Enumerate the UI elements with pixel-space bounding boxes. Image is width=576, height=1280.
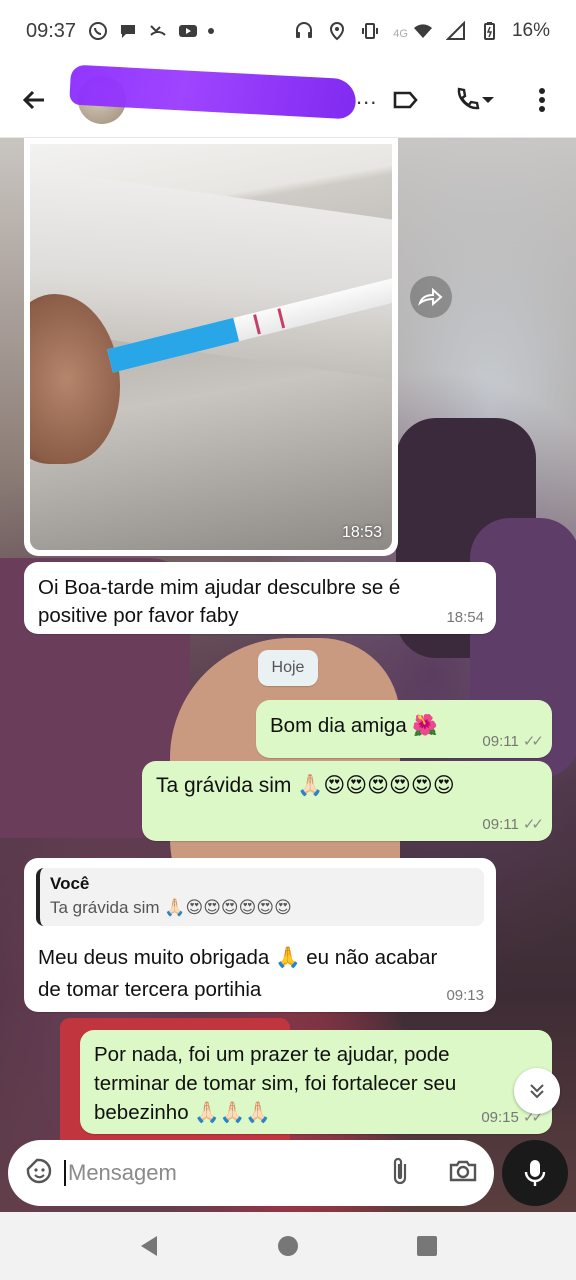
message-time: 09:15	[481, 1108, 519, 1126]
strip-line-test	[277, 308, 286, 329]
sticker-button[interactable]	[24, 1156, 54, 1191]
dropdown-icon	[482, 96, 494, 103]
forward-button[interactable]	[410, 276, 452, 318]
missed-call-icon	[150, 25, 166, 36]
more-options-button[interactable]	[522, 80, 562, 120]
headset-icon	[296, 22, 313, 38]
outgoing-message[interactable]: Ta grávida sim 🙏🏻😍😍😍😍😍😍 09:11 ✓✓	[142, 761, 552, 841]
call-button[interactable]	[444, 80, 504, 120]
chat-header: ...	[0, 62, 576, 138]
message-time: 18:54	[446, 609, 484, 626]
incoming-message[interactable]: Oi Boa-tarde mim ajudar desculbre se é p…	[24, 562, 496, 634]
message-meta: 18:54	[446, 609, 484, 626]
message-text: Meu deus muito obrigada 🙏 eu não acabar …	[38, 946, 438, 1001]
notification-dot	[208, 28, 215, 34]
sticker-icon	[26, 1158, 52, 1183]
battery-icon	[483, 22, 495, 40]
outgoing-message[interactable]: Por nada, foi um prazer te ajudar, pode …	[80, 1030, 552, 1134]
wifi-icon	[413, 24, 432, 38]
contact-name-ellipsis: ...	[356, 84, 378, 109]
signal-icon	[445, 21, 465, 40]
image-message[interactable]: 18:53	[24, 138, 398, 556]
message-input[interactable]: Mensagem	[64, 1160, 388, 1186]
strip-line-control	[253, 314, 261, 335]
more-vert-icon	[539, 87, 545, 112]
status-time: 09:37	[26, 19, 77, 42]
read-receipt-icon: ✓✓	[522, 816, 544, 833]
mic-icon	[524, 1160, 546, 1186]
nav-recents-icon[interactable]	[416, 1235, 438, 1257]
camera-button[interactable]	[448, 1158, 478, 1189]
message-meta: 09:11 ✓✓	[482, 732, 544, 751]
whatsapp-icon	[89, 22, 108, 40]
phone-icon	[457, 87, 480, 109]
message-text: Oi Boa-tarde mim ajudar desculbre se é p…	[38, 576, 401, 627]
message-time: 09:13	[446, 987, 484, 1004]
back-arrow-icon	[22, 90, 44, 109]
scroll-to-bottom-button[interactable]	[514, 1068, 560, 1114]
youtube-icon	[179, 25, 198, 37]
message-text: Ta grávida sim 🙏🏻😍😍😍😍😍😍	[156, 774, 455, 797]
forward-icon	[418, 287, 443, 307]
attach-icon	[393, 1157, 407, 1184]
incoming-reply-message[interactable]: Você Ta grávida sim 🙏🏻😍😍😍😍😍😍 Meu deus mu…	[24, 858, 496, 1012]
message-text: Por nada, foi um prazer te ajudar, pode …	[94, 1043, 457, 1124]
back-button[interactable]	[14, 80, 54, 120]
status-bar: 09:37 4G 16%	[0, 0, 576, 62]
outgoing-message[interactable]: Bom dia amiga 🌺 09:11 ✓✓	[256, 700, 552, 758]
network-type: 4G	[393, 28, 408, 40]
location-icon	[330, 21, 345, 41]
camera-icon	[449, 1160, 477, 1181]
message-time: 18:53	[341, 524, 382, 541]
message-composer: Mensagem	[8, 1140, 494, 1206]
message-time: 09:11	[482, 732, 519, 750]
message-meta: 09:13	[446, 987, 484, 1004]
vibrate-icon	[362, 23, 379, 39]
read-receipt-icon: ✓✓	[522, 733, 544, 750]
quoted-message[interactable]: Você Ta grávida sim 🙏🏻😍😍😍😍😍😍	[36, 868, 484, 926]
voice-record-button[interactable]	[502, 1140, 568, 1206]
double-chevron-down-icon	[530, 1084, 544, 1099]
nav-home-icon[interactable]	[277, 1235, 299, 1257]
battery-percent: 16%	[511, 20, 550, 41]
quote-author: Você	[50, 874, 90, 893]
attach-button[interactable]	[388, 1156, 412, 1191]
message-time: 09:11	[482, 815, 519, 833]
chat-icon	[121, 25, 136, 38]
nav-back-icon[interactable]	[138, 1234, 160, 1258]
date-separator: Hoje	[258, 650, 318, 686]
message-meta: 09:11 ✓✓	[482, 815, 544, 834]
system-nav-bar	[0, 1212, 576, 1280]
quote-text: Ta grávida sim 🙏🏻😍😍😍😍😍😍	[50, 898, 292, 917]
pregnancy-test-photo[interactable]: 18:53	[30, 144, 392, 550]
label-button[interactable]	[386, 80, 426, 120]
label-icon	[393, 91, 418, 108]
chat-area[interactable]: 18:53 Oi Boa-tarde mim ajudar desculbre …	[0, 138, 576, 1212]
